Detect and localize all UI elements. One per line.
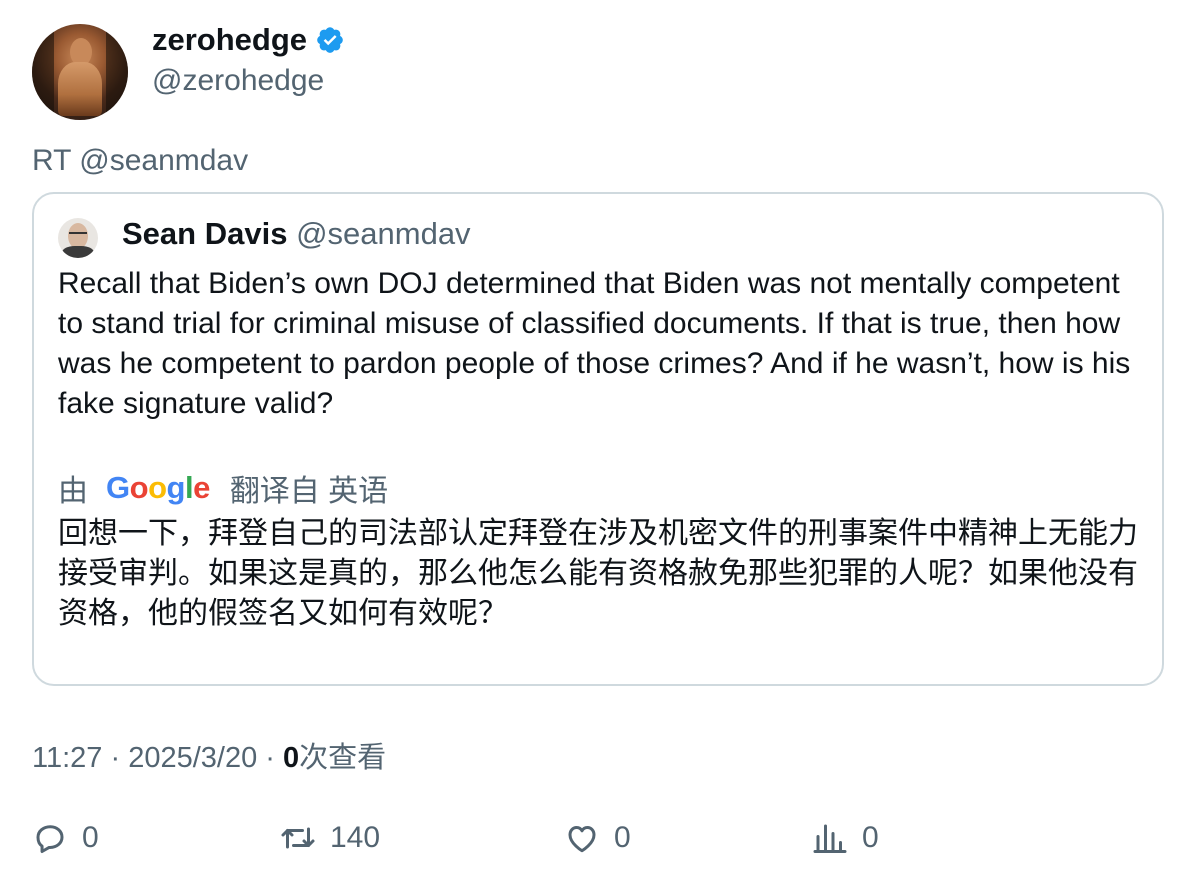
retweet-icon <box>281 827 315 849</box>
author-name-row: zerohedge <box>152 22 345 58</box>
quoted-tweet-text: Recall that Biden’s own DOJ determined t… <box>58 267 1131 420</box>
retweet-count: 140 <box>330 821 381 854</box>
avatar-glasses <box>69 232 87 236</box>
avatar-shirt <box>62 246 94 258</box>
quoted-display-name[interactable]: Sean Davis <box>122 216 287 251</box>
avatar-shade-right <box>106 24 128 120</box>
avatar-shade-left <box>32 24 54 120</box>
like-count: 0 <box>614 821 631 854</box>
analytics-icon <box>813 824 847 853</box>
retweet-button[interactable]: 140 <box>280 820 380 856</box>
tweet-meta: 11:27 · 2025/3/20 · 0次查看 <box>32 734 386 776</box>
translated-by-label: 由 <box>58 475 88 508</box>
heart-icon <box>568 826 596 853</box>
google-logo: Google <box>106 470 210 505</box>
meta-separator: · <box>257 742 283 774</box>
reply-button[interactable]: 0 <box>32 820 99 856</box>
quoted-tweet-card[interactable]: Sean Davis @seanmdav Recall that Biden’s… <box>32 192 1164 686</box>
tweet-date[interactable]: 2025/3/20 <box>128 742 257 774</box>
tweet-page: zerohedge @zerohedge RT @seanmdav Sean D… <box>0 0 1196 886</box>
retweet-label: RT @seanmdav <box>32 144 249 177</box>
verified-badge-icon <box>317 27 343 53</box>
like-button[interactable]: 0 <box>564 820 631 856</box>
views-count: 0 <box>283 742 300 774</box>
translated-text: 回想一下，拜登自己的司法部认定拜登在涉及机密文件的刑事案件中精神上无能力接受审判… <box>58 517 1138 630</box>
quoted-name-row: Sean Davis @seanmdav <box>122 216 471 252</box>
author-avatar[interactable] <box>32 24 128 120</box>
translated-from-label: 翻译自 英语 <box>229 475 389 508</box>
meta-separator: · <box>102 742 129 774</box>
translation-attribution: 由 Google 翻译自 英语 <box>58 466 388 510</box>
author-handle[interactable]: @zerohedge <box>152 64 324 98</box>
views-action-count: 0 <box>862 821 879 854</box>
author-display-name[interactable]: zerohedge <box>152 22 307 58</box>
quoted-handle[interactable]: @seanmdav <box>296 216 471 251</box>
avatar-torso <box>58 62 102 116</box>
reply-icon <box>36 825 64 853</box>
views-button[interactable]: 0 <box>812 820 879 856</box>
tweet-time[interactable]: 11:27 <box>32 742 102 774</box>
quoted-author-avatar[interactable] <box>58 218 98 258</box>
reply-count: 0 <box>82 821 99 854</box>
views-label: 次查看 <box>299 742 387 774</box>
